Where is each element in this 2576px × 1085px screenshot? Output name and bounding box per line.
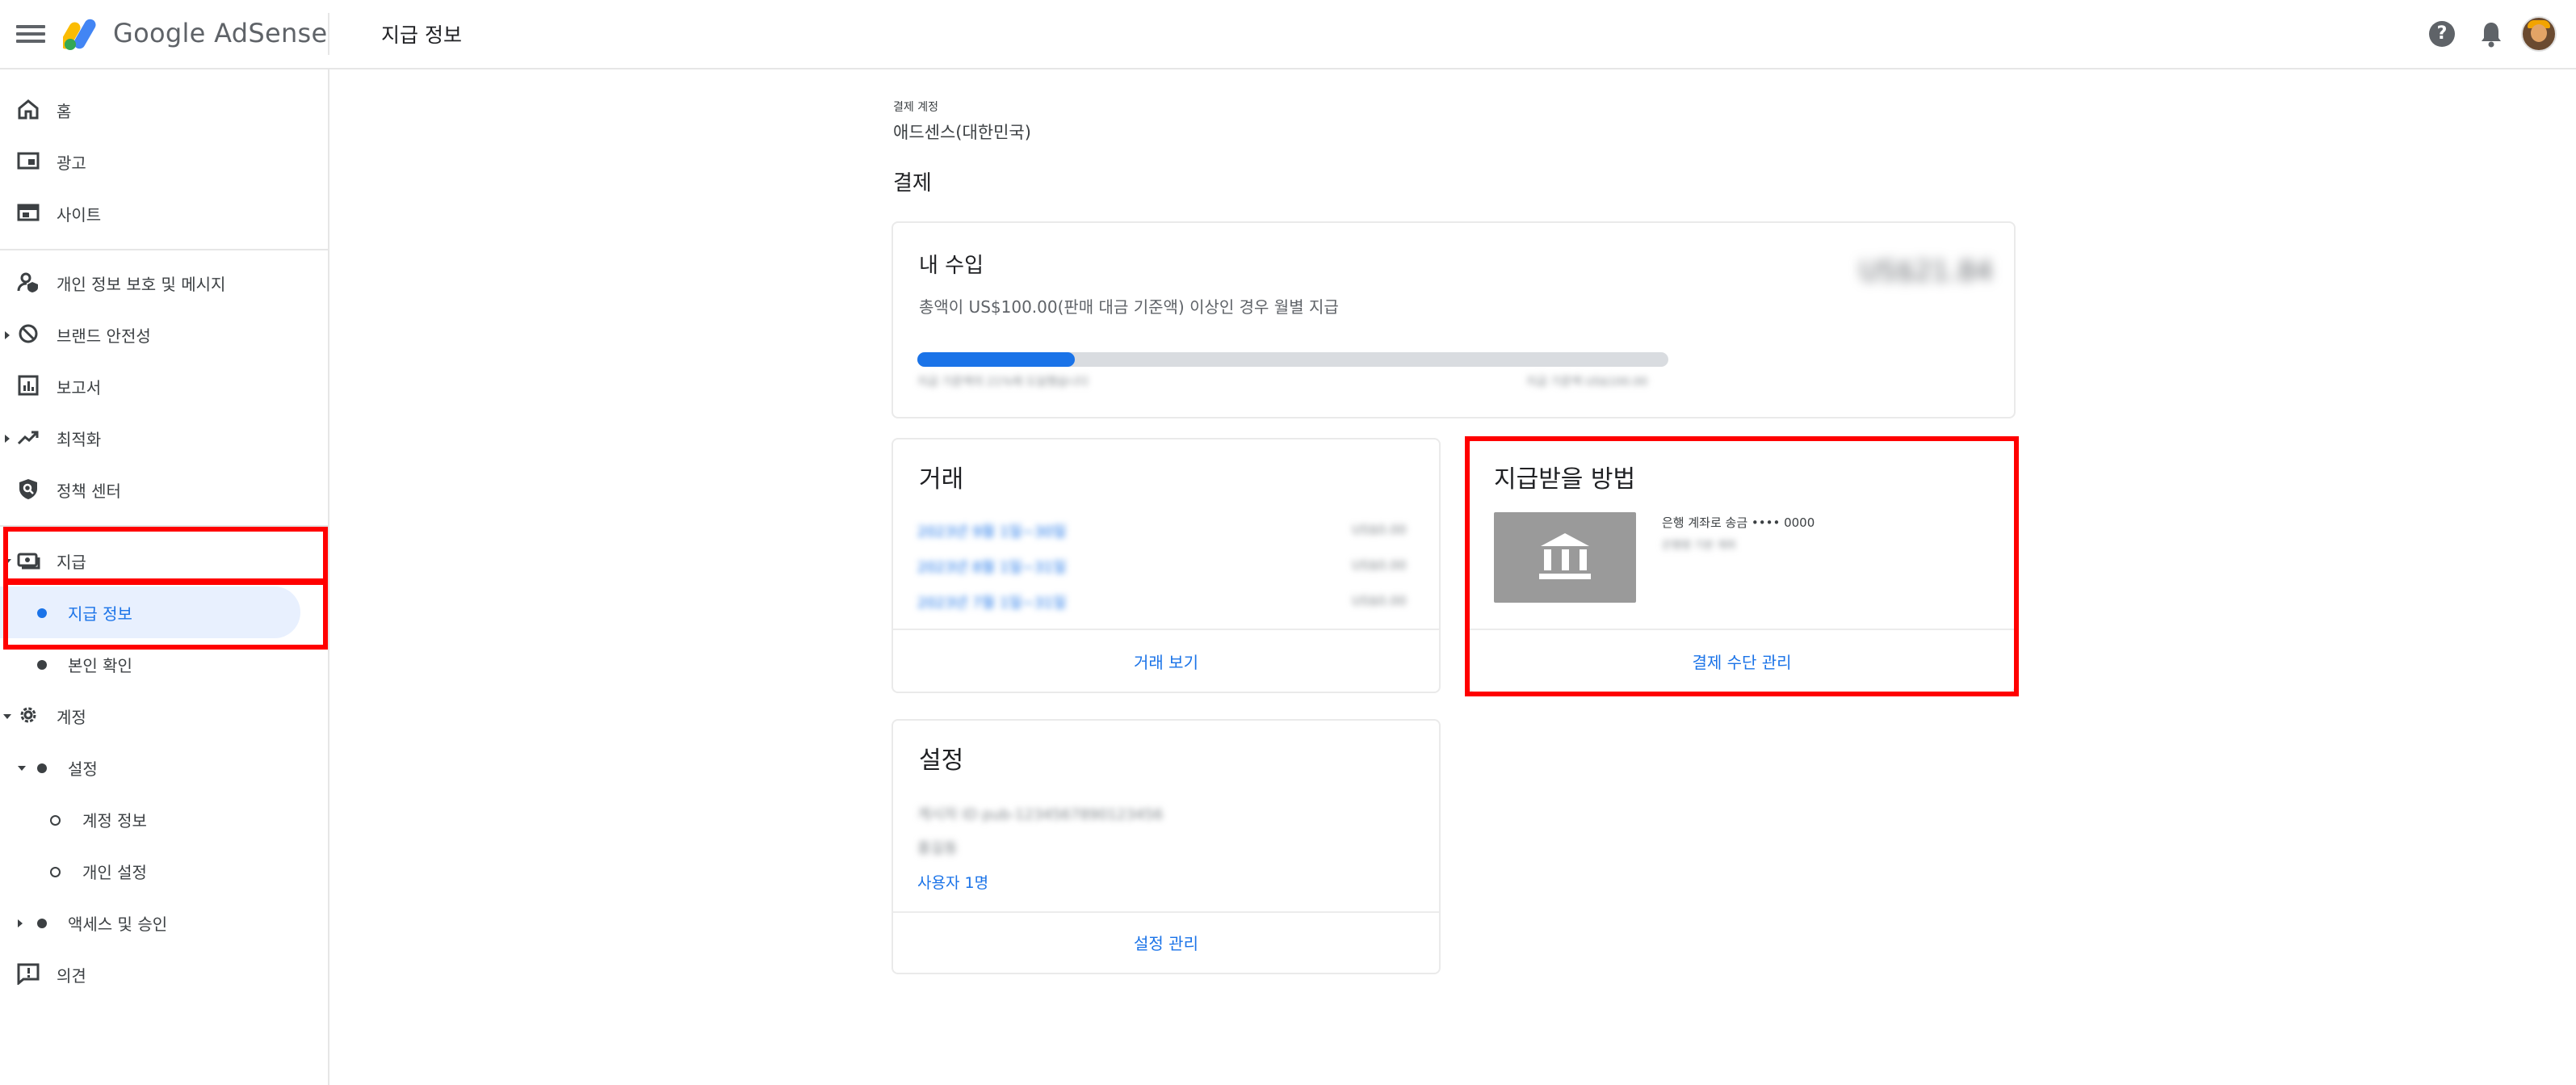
sites-icon [17,204,40,221]
sidebar-item-privacy-messaging[interactable]: 개인 정보 보호 및 메시지 [0,260,328,304]
sidebar-item-label: 사이트 [57,205,102,225]
sidebar-item-account-info[interactable]: 계정 정보 [0,797,328,840]
transaction-row-3-amount: US$0.00 [1352,593,1407,608]
sidebar-item-label: 액세스 및 승인 [68,915,168,934]
sidebar-item-sites[interactable]: 사이트 [0,191,328,234]
billing-account-label: 결제 계정 [893,101,938,114]
chevron-down-icon[interactable] [3,714,11,719]
sidebar-item-label: 개인 설정 [82,863,147,882]
card-divider [893,629,1439,630]
settings-title: 설정 [919,746,964,775]
sidebar-item-settings[interactable]: 설정 [0,745,328,789]
transactions-title: 거래 [919,465,964,494]
transaction-row-2-date[interactable]: 2023년 8월 1일~31일 [917,556,1066,577]
gear-icon [20,707,36,723]
trending-up-icon [17,431,39,445]
brand-name[interactable]: Google AdSense [113,18,328,48]
sidebar-item-feedback[interactable]: 의견 [0,952,328,995]
chevron-right-icon[interactable] [5,331,10,339]
transaction-row-3-date[interactable]: 2023년 7월 1일~31일 [917,591,1066,612]
sidebar-item-optimization[interactable]: 최적화 [0,415,328,459]
sidebar-item-policy-center[interactable]: 정책 센터 [0,467,328,511]
card-divider [893,911,1439,913]
sidebar-item-label: 보고서 [57,378,102,397]
chevron-right-icon[interactable] [18,919,23,927]
sidebar-item-label: 광고 [57,153,86,173]
bullet-ring [50,815,61,826]
settings-owner-name: 홍길동 [917,840,958,857]
sidebar-item-label: 의견 [57,966,86,986]
sidebar-item-label: 본인 확인 [68,656,132,675]
policy-icon [19,479,37,499]
sidebar-item-access-authorization[interactable]: 액세스 및 승인 [0,900,328,944]
privacy-icon [17,272,38,292]
manage-settings-link[interactable]: 설정 관리 [893,931,1439,954]
sidebar-item-ads[interactable]: 광고 [0,139,328,183]
highlight-box-payment-info [3,580,328,650]
sidebar-item-label: 설정 [68,759,98,779]
bullet-dot [37,763,47,773]
bullet-ring [50,867,61,877]
chevron-down-icon[interactable] [18,766,26,771]
bullet-dot [37,919,47,928]
sidebar-item-label: 계정 [57,708,86,727]
avatar[interactable] [2521,16,2557,52]
bullet-dot [37,660,47,670]
earnings-amount: US$21.84 [1859,255,1993,288]
settings-card: 설정 설정 관리 [892,719,1441,974]
sidebar-item-home[interactable]: 홈 [0,87,328,131]
sidebar-item-reports[interactable]: 보고서 [0,364,328,407]
ads-icon [17,152,40,170]
view-transactions-link[interactable]: 거래 보기 [893,650,1439,673]
sidebar-item-personal-settings[interactable]: 개인 설정 [0,848,328,892]
feedback-icon [17,963,40,985]
sidebar-item-brand-safety[interactable]: 브랜드 안전성 [0,312,328,355]
home-icon [18,99,39,120]
adsense-logo[interactable] [63,16,100,52]
sidebar-divider [0,249,328,250]
earnings-description: 총액이 US$100.00(판매 대금 기준액) 이상인 경우 월별 지급 [919,297,1339,317]
chevron-right-icon[interactable] [5,435,10,443]
transaction-row-1-date[interactable]: 2023년 9월 1일~30일 [917,520,1066,541]
settings-publisher-id: 게시자 ID pub-1234567890123456 [917,806,1164,823]
transaction-row-2-amount: US$0.00 [1352,557,1407,573]
transaction-row-1-amount: US$0.00 [1352,522,1407,537]
progress-left-caption: 지급 기준액의 21%에 도달했습니다 [917,376,1089,389]
highlight-box-payment-method [1465,436,2019,696]
sidebar-item-label: 브랜드 안전성 [57,326,151,346]
highlight-box-payments [3,527,328,583]
header-divider [328,13,329,55]
menu-icon[interactable] [16,21,45,45]
payments-section-title: 결제 [893,171,932,196]
progress-fill [917,352,1076,367]
payment-threshold-progress [917,352,1668,367]
earnings-title: 내 수입 [919,254,984,278]
sidebar-item-label: 계정 정보 [82,811,147,831]
reports-icon [18,375,39,396]
sidebar-item-label: 홈 [57,102,72,121]
bell-icon[interactable] [2477,19,2505,48]
progress-right-caption: 지급 기준액 US$100.00 [1526,376,1648,389]
block-icon [19,324,38,343]
page-title: 지급 정보 [381,23,462,47]
help-icon[interactable]: ? [2429,21,2455,47]
sidebar-item-account[interactable]: 계정 [0,693,328,737]
sidebar-item-label: 최적화 [57,430,102,449]
settings-users-link[interactable]: 사용자 1명 [917,871,988,893]
sidebar-item-label: 정책 센터 [57,482,121,501]
billing-account-name: 애드센스(대한민국) [893,123,1031,142]
sidebar-item-label: 개인 정보 보호 및 메시지 [57,275,226,294]
top-app-bar: Google AdSense 지급 정보 ? [0,0,2576,69]
